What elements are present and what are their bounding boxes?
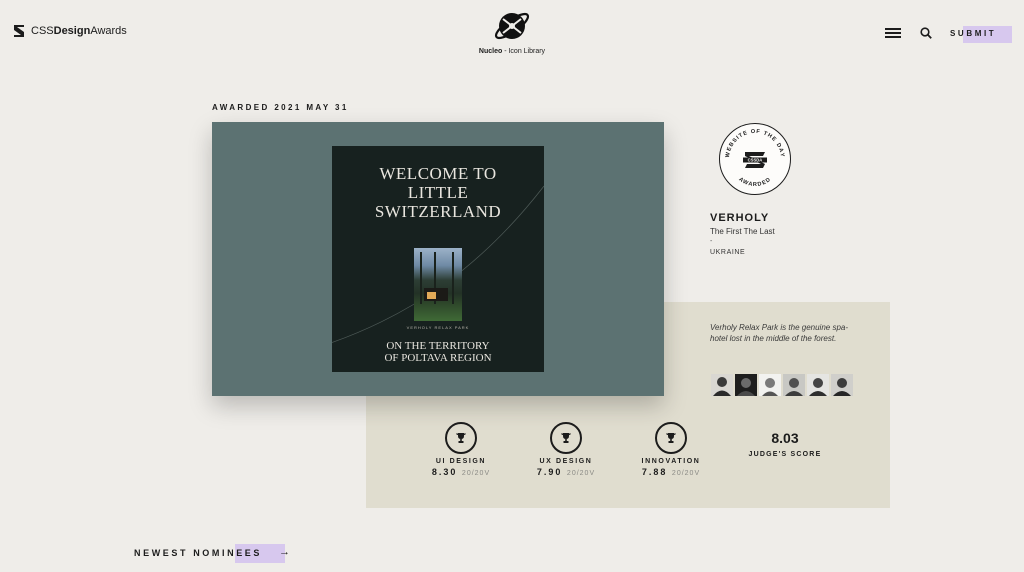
score-label: UX DESIGN: [539, 458, 593, 465]
logo-text: CSSDesignAwards: [31, 25, 127, 37]
newest-label: NEWEST NOMINEES: [134, 548, 263, 558]
score-label: INNOVATION: [641, 458, 701, 465]
score-label: UI DESIGN: [435, 458, 487, 465]
score-value: 7.90 20/20V: [536, 467, 596, 477]
submit-button[interactable]: SUBMIT: [950, 26, 1012, 43]
judge-avatar[interactable]: [782, 373, 806, 397]
site-separator: -: [710, 238, 713, 245]
score-value: 8.30 20/20V: [431, 467, 491, 477]
hamburger-icon[interactable]: [885, 28, 901, 38]
judges-avatars: [710, 373, 854, 397]
poster-caption: VERHOLY RELAX PARK: [406, 325, 470, 330]
score-value: 7.88 20/20V: [641, 467, 701, 477]
trophy-icon: [550, 422, 582, 454]
score-ui-design: UI DESIGN 8.30 20/20V: [406, 422, 516, 477]
site-name[interactable]: VERHOLY: [710, 212, 769, 224]
badge-mark: CSSDA: [748, 158, 763, 163]
poster-title: WELCOME TO LITTLE SWITZERLAND: [374, 164, 502, 221]
judge-avatar[interactable]: [734, 373, 758, 397]
website-of-the-day-badge: WEBSITE OF THE DAY AWARDED CSSDA: [719, 123, 791, 195]
site-preview[interactable]: WELCOME TO LITTLE SWITZERLAND VERHOLY RE…: [212, 122, 664, 396]
newest-nominees-link[interactable]: NEWEST NOMINEES →: [134, 544, 294, 563]
judges-score-label: JUDGE'S SCORE: [748, 451, 822, 458]
judges-score-value: 8.03: [771, 430, 799, 446]
site-description: Verholy Relax Park is the genuine spa-ho…: [710, 323, 848, 343]
poster-subtitle: ON THE TERRITORY OF POLTAVA REGION: [384, 340, 492, 364]
search-icon[interactable]: [920, 27, 932, 39]
score-ux-design: UX DESIGN 7.90 20/20V: [511, 422, 621, 477]
trophy-icon: [655, 422, 687, 454]
judge-avatar[interactable]: [710, 373, 734, 397]
sponsor-link[interactable]: Nucleo - Icon Library: [470, 6, 554, 55]
site-author[interactable]: The First The Last: [710, 227, 775, 236]
judge-avatar[interactable]: [758, 373, 782, 397]
awarded-date: AWARDED 2021 MAY 31: [212, 103, 349, 112]
forest-house-photo: [414, 248, 462, 321]
arrow-right-icon: →: [279, 546, 290, 558]
sponsor-text: Nucleo - Icon Library: [478, 48, 546, 55]
planet-icon: [494, 12, 530, 40]
judge-avatar[interactable]: [806, 373, 830, 397]
cssda-logo[interactable]: CSSDesignAwards: [12, 24, 127, 38]
submit-label: SUBMIT: [950, 29, 997, 38]
trophy-icon: [445, 422, 477, 454]
judges-score: 8.03 JUDGE'S SCORE: [730, 430, 840, 458]
preview-poster: WELCOME TO LITTLE SWITZERLAND VERHOLY RE…: [332, 146, 544, 372]
score-innovation: INNOVATION 7.88 20/20V: [616, 422, 726, 477]
judge-avatar[interactable]: [830, 373, 854, 397]
site-country: UKRAINE: [710, 249, 746, 256]
cssda-logo-icon: [14, 25, 24, 37]
